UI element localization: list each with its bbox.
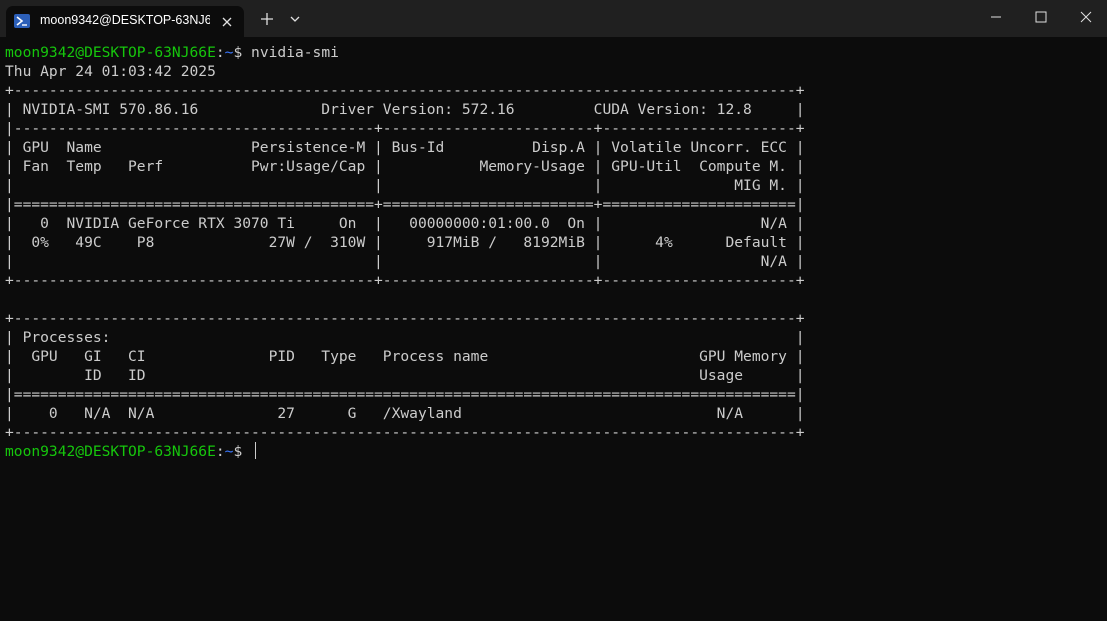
terminal-tab[interactable]: moon9342@DESKTOP-63NJ66 <box>6 6 244 37</box>
output-line: +---------------------------------------… <box>5 272 805 289</box>
close-icon[interactable] <box>1063 0 1107 37</box>
output-line: | GPU GI CI PID Type Process name GPU Me… <box>5 348 805 365</box>
output-line: +---------------------------------------… <box>5 424 805 441</box>
output-line: Thu Apr 24 01:03:42 2025 <box>5 63 216 80</box>
output-line: | Processes: | <box>5 329 805 346</box>
output-line: | NVIDIA-SMI 570.86.16 Driver Version: 5… <box>5 101 805 118</box>
output-line: | 0 NVIDIA GeForce RTX 3070 Ti On | 0000… <box>5 215 805 232</box>
maximize-icon[interactable] <box>1018 0 1064 37</box>
tab-title: moon9342@DESKTOP-63NJ66 <box>40 13 210 27</box>
prompt-symbol: $ <box>233 44 252 61</box>
output-line: | 0 N/A N/A 27 G /Xwayland N/A | <box>5 405 805 422</box>
prompt-line[interactable]: moon9342@DESKTOP-63NJ66E:~$ <box>5 442 1105 461</box>
terminal-output[interactable]: moon9342@DESKTOP-63NJ66E:~$ nvidia-smi T… <box>5 43 1105 461</box>
text-cursor <box>255 442 257 459</box>
output-line: | Fan Temp Perf Pwr:Usage/Cap | Memory-U… <box>5 158 805 175</box>
output-line: | ID ID Usage | <box>5 367 805 384</box>
output-line: | 0% 49C P8 27W / 310W | 917MiB / 8192Mi… <box>5 234 805 251</box>
minimize-icon[interactable] <box>973 0 1019 37</box>
command-text: nvidia-smi <box>251 44 339 61</box>
prompt-colon: : <box>215 44 225 61</box>
output-line: |=======================================… <box>5 196 805 213</box>
prompt-user-host: moon9342@DESKTOP-63NJ66E <box>5 443 216 460</box>
output-line: | GPU Name Persistence-M | Bus-Id Disp.A… <box>5 139 805 156</box>
powershell-icon <box>14 14 30 28</box>
output-line: | | | N/A | <box>5 253 805 270</box>
output-line: +---------------------------------------… <box>5 82 805 99</box>
plus-icon[interactable] <box>258 8 276 30</box>
prompt-symbol: $ <box>233 443 252 460</box>
output-line: |=======================================… <box>5 386 805 403</box>
close-icon[interactable] <box>220 14 234 28</box>
prompt-colon: : <box>215 443 225 460</box>
title-bar: moon9342@DESKTOP-63NJ66 <box>0 0 1107 37</box>
chevron-down-icon[interactable] <box>287 8 303 30</box>
command-line: moon9342@DESKTOP-63NJ66E:~$ nvidia-smi <box>5 43 1105 62</box>
output-line: +---------------------------------------… <box>5 310 805 327</box>
output-line: |---------------------------------------… <box>5 120 805 137</box>
output-line: | | | MIG M. | <box>5 177 805 194</box>
prompt-user-host: moon9342@DESKTOP-63NJ66E <box>5 44 216 61</box>
